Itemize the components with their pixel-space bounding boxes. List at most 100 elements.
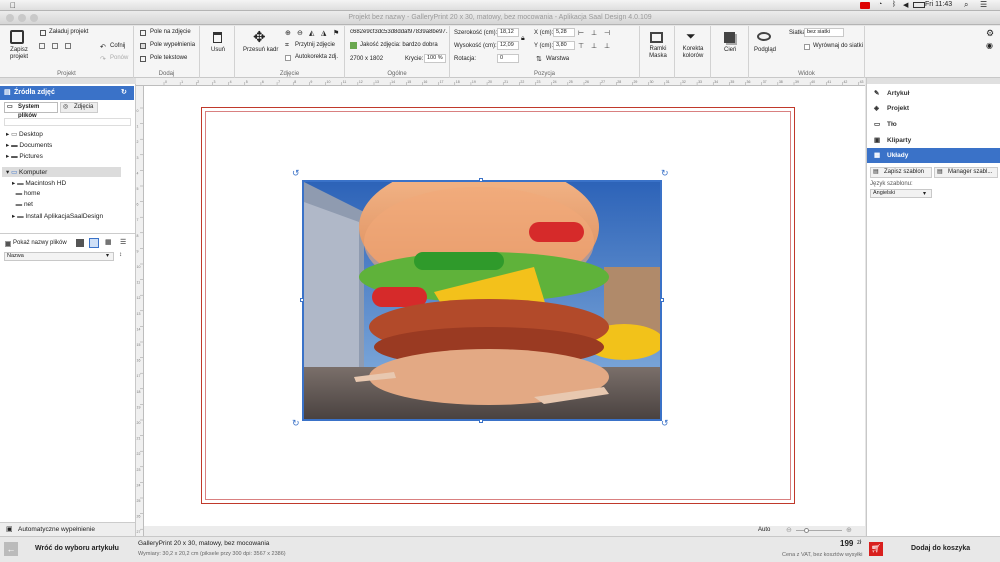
design-canvas[interactable]: ↺ ↻ ↻ ↺ xyxy=(144,86,865,526)
zoom-auto-label[interactable]: Auto xyxy=(758,527,770,533)
rotate-handle-br-icon[interactable]: ↺ xyxy=(661,418,669,429)
export-icon[interactable] xyxy=(52,43,58,49)
view-small-icon[interactable]: ▦ xyxy=(105,238,112,246)
tree-item-install[interactable]: ▸ ▬ Install AplikacjaSaalDesign xyxy=(12,212,103,220)
resize-handle-left[interactable] xyxy=(300,298,304,302)
redo-icon[interactable]: ↷ xyxy=(100,55,106,63)
tree-item-documents[interactable]: ▸ ▬ Documents xyxy=(6,141,52,149)
nav-tlo[interactable]: ▭ Tło xyxy=(867,117,1000,132)
align-right-icon[interactable]: ⊣ xyxy=(604,29,610,37)
zoom-slider-knob[interactable] xyxy=(804,528,809,533)
bluetooth-icon[interactable]: ᛒ xyxy=(892,1,896,8)
tab-photos[interactable]: Zdjęcia ◎ xyxy=(60,102,98,113)
show-names-checkbox[interactable] xyxy=(5,241,11,247)
move-crop-button[interactable]: Przesuń kadr xyxy=(243,47,278,53)
zoom-out-icon[interactable]: ⊖ xyxy=(297,29,303,37)
photo-field-icon[interactable] xyxy=(140,30,146,36)
grid-select[interactable]: bez siatki xyxy=(804,28,844,37)
crop-icon[interactable]: ⌗ xyxy=(285,42,289,50)
rotate-handle-tr-icon[interactable]: ↻ xyxy=(661,168,669,179)
trash-icon[interactable] xyxy=(213,32,222,43)
frames-mask-icon[interactable] xyxy=(650,32,663,43)
battery-icon[interactable] xyxy=(913,2,925,8)
preview-button[interactable]: Podgląd xyxy=(754,47,776,53)
frames-mask-button[interactable]: Ramki Maska xyxy=(646,46,670,60)
duplicate-icon[interactable] xyxy=(65,43,71,49)
zoom-slider[interactable] xyxy=(796,530,842,531)
shadow-icon[interactable] xyxy=(724,32,735,43)
autocorrect-checkbox[interactable] xyxy=(285,55,291,61)
eye-icon[interactable] xyxy=(757,32,771,41)
tab-file-system[interactable]: System plików ▭ xyxy=(4,102,58,119)
rotate-handle-tl-icon[interactable]: ↺ xyxy=(292,168,300,179)
refresh-icon[interactable]: ↻ xyxy=(121,86,127,100)
tree-item-computer[interactable]: ▾ ▭ Komputer xyxy=(6,168,47,176)
layer-button[interactable]: Warstwa xyxy=(546,56,569,62)
y-input[interactable]: 3,80 xyxy=(553,41,575,50)
tree-item-net[interactable]: ▬ net xyxy=(12,201,33,208)
template-manager-button[interactable]: ▤ Manager szabl... xyxy=(934,167,998,178)
view-list-icon[interactable]: ☰ xyxy=(120,238,126,246)
delete-button[interactable]: Usuń xyxy=(211,47,225,53)
undo-button[interactable]: Cofnij xyxy=(110,43,125,49)
nav-projekt[interactable]: ◈ Projekt xyxy=(867,101,1000,116)
align-middle-icon[interactable]: ⊥ xyxy=(591,42,597,50)
tree-item-desktop[interactable]: ▸ ▭ Desktop xyxy=(6,130,43,138)
back-arrow-icon[interactable]: ← xyxy=(4,542,18,556)
save-template-button[interactable]: ▤ Zapisz szablon xyxy=(870,167,932,178)
align-bottom-icon[interactable]: ⊥ xyxy=(604,42,610,50)
load-project-button[interactable]: Załaduj projekt xyxy=(49,29,88,35)
text-field-button[interactable]: Pole tekstowe xyxy=(150,55,187,61)
tree-item-macintosh-hd[interactable]: ▸ ▬ Macintosh HD xyxy=(12,179,66,187)
load-project-icon[interactable] xyxy=(40,30,46,36)
back-to-article-button[interactable]: Wróć do wyboru artykułu xyxy=(35,545,119,552)
mirror-icon[interactable]: ◮ xyxy=(321,29,326,37)
sort-select[interactable]: Nazwa xyxy=(4,252,114,261)
close-window-icon[interactable] xyxy=(6,14,14,22)
tree-item-pictures[interactable]: ▸ ▬ Pictures xyxy=(6,152,43,160)
align-center-icon[interactable]: ⊥ xyxy=(591,29,597,37)
height-input[interactable]: 12,09 xyxy=(497,41,519,50)
save-project-button[interactable]: Zapisz projekt xyxy=(6,47,32,61)
zoom-window-icon[interactable] xyxy=(30,14,38,22)
funnel-icon[interactable]: ⏷ xyxy=(686,29,696,44)
opacity-select[interactable]: 100 % xyxy=(424,54,446,63)
app-status-icon[interactable] xyxy=(860,2,870,9)
settings-gear-icon[interactable]: ⚙ xyxy=(986,28,994,39)
lock-ratio-icon[interactable]: 🔒︎ xyxy=(521,35,525,43)
import-icon[interactable] xyxy=(39,43,45,49)
align-left-icon[interactable]: ⊢ xyxy=(578,29,584,37)
nav-artykul[interactable]: ✎ Artykuł xyxy=(867,86,1000,101)
fill-field-icon[interactable] xyxy=(140,43,146,49)
menu-list-icon[interactable]: ☰ xyxy=(980,0,987,9)
search-icon[interactable]: ⌕ xyxy=(964,0,968,10)
align-top-icon[interactable]: ⊤ xyxy=(578,42,584,50)
view-large-icon[interactable] xyxy=(76,239,84,247)
rotate-handle-bl-icon[interactable]: ↻ xyxy=(292,418,300,429)
minimize-window-icon[interactable] xyxy=(18,14,26,22)
redo-button[interactable]: Ponów xyxy=(110,55,128,61)
help-icon[interactable]: ◉ xyxy=(986,41,993,50)
color-correction-button[interactable]: Korekta kolorów xyxy=(680,46,706,60)
tree-item-home[interactable]: ▬ home xyxy=(12,190,41,197)
add-to-cart-button[interactable]: Dodaj do koszyka xyxy=(911,545,970,552)
path-input[interactable] xyxy=(4,118,131,126)
photo-frame[interactable] xyxy=(302,180,662,421)
clock-text[interactable]: Fri 11:43 xyxy=(925,1,952,8)
layer-icon[interactable]: ⇅ xyxy=(536,55,542,63)
width-input[interactable]: 18,12 xyxy=(497,28,519,37)
fill-field-button[interactable]: Pole wypełnienia xyxy=(150,42,195,48)
save-icon[interactable] xyxy=(10,30,24,44)
move-crop-icon[interactable]: ✥ xyxy=(253,28,266,46)
flip-icon[interactable]: ◭ xyxy=(309,29,314,37)
rotate-icon[interactable]: ⚑ xyxy=(333,29,339,37)
zoom-in-icon[interactable]: ⊕ xyxy=(285,29,291,37)
cart-icon[interactable]: 🛒︎ xyxy=(869,542,883,556)
volume-icon[interactable]: ◀ xyxy=(903,1,908,9)
crop-button[interactable]: Przytnij zdjęcie xyxy=(295,42,335,48)
zoom-out-icon-bottom[interactable]: ⊖ xyxy=(786,526,792,534)
rotation-input[interactable]: 0 xyxy=(497,54,519,63)
undo-icon[interactable]: ↶ xyxy=(100,43,106,51)
zoom-in-icon-bottom[interactable]: ⊕ xyxy=(846,526,852,534)
text-field-icon[interactable] xyxy=(140,56,146,62)
